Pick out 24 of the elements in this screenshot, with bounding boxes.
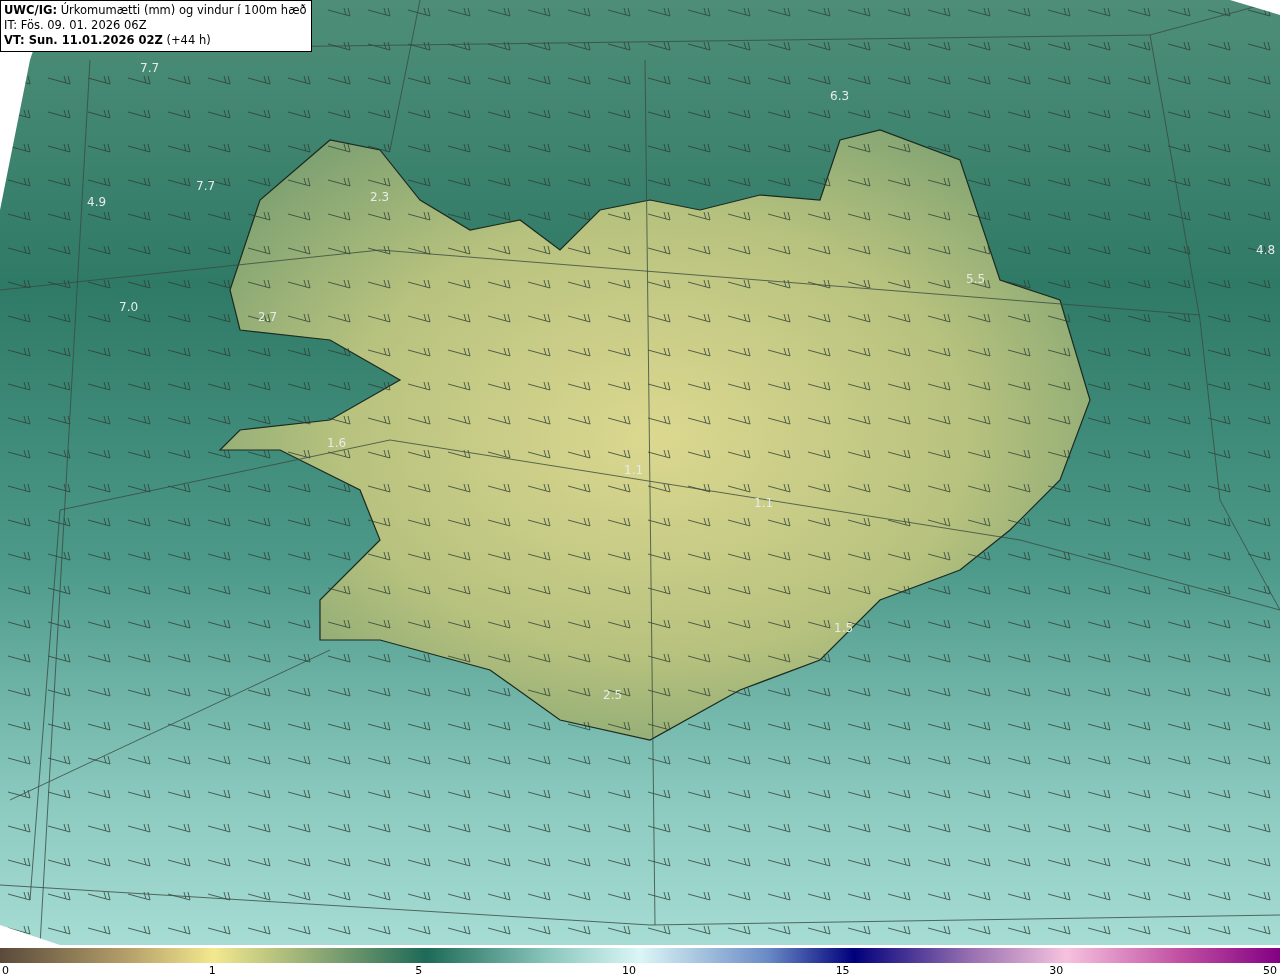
colorbar-tick: 10 <box>621 963 636 978</box>
map-value-label: 5.5 <box>966 272 986 286</box>
valid-time: VT: Sun. 11.01.2026 02Z (+44 h) <box>4 33 212 48</box>
colorbar-tick: 15 <box>835 963 850 978</box>
map-value-label: 2.7 <box>258 310 278 324</box>
colorbar-tick: 1 <box>208 963 216 978</box>
map-value-label: 1.6 <box>327 436 347 450</box>
colorbar-tick: 5 <box>415 963 423 978</box>
colorbar-tick: 30 <box>1049 963 1064 978</box>
map-value-label: 7.0 <box>119 300 139 314</box>
map-title: UWC/IG: Úrkomumætti (mm) og vindur í 100m hæð <box>4 3 307 18</box>
colorbar-tick: 50 <box>1262 963 1277 978</box>
map-value-label: 4.8 <box>1256 243 1276 257</box>
map-value-label: 1.1 <box>754 496 774 510</box>
map-value-label: 4.9 <box>87 195 107 209</box>
map-value-label: 7.7 <box>196 179 216 193</box>
map-value-label: 1.5 <box>834 621 854 635</box>
map-value-label: 2.3 <box>370 190 390 204</box>
map-value-label: 6.3 <box>830 89 850 103</box>
map-value-label: 2.5 <box>603 688 623 702</box>
map-value-label: 7.7 <box>140 61 160 75</box>
issue-time: IT: Fös. 09. 01. 2026 06Z <box>4 18 148 33</box>
colorbar-tick: 0 <box>2 963 9 978</box>
map-value-label: 1.1 <box>624 463 644 477</box>
